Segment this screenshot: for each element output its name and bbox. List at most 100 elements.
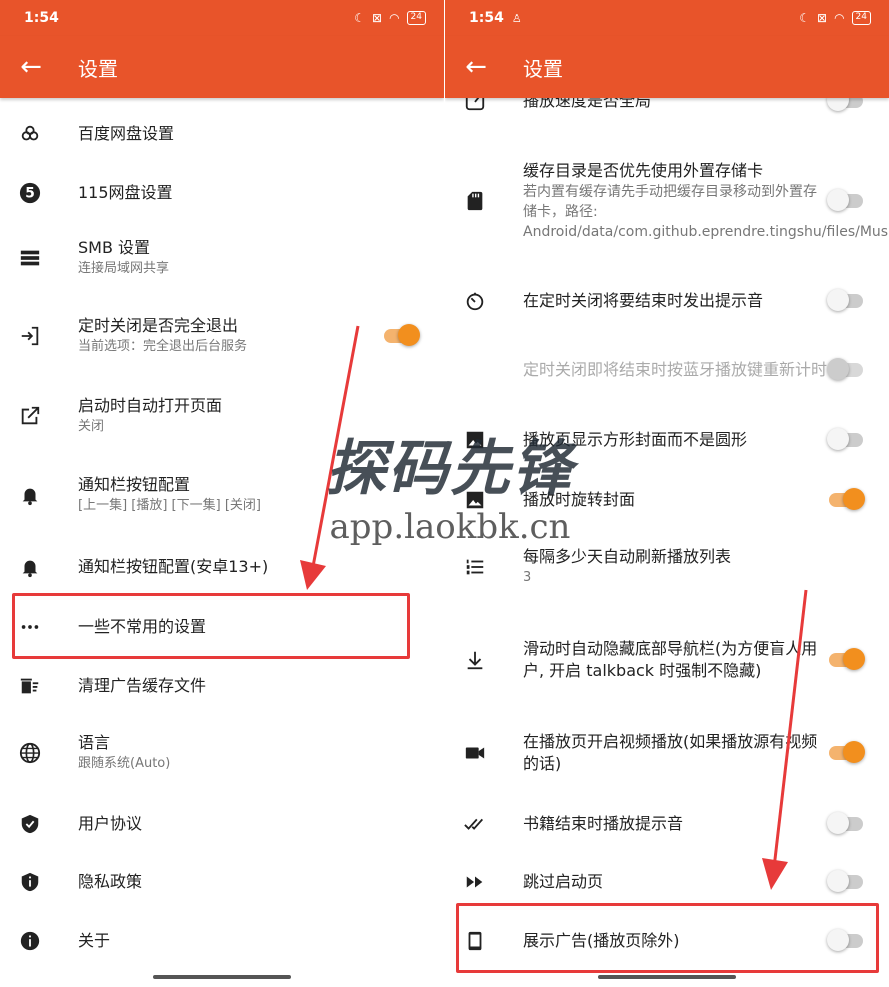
delete-sweep-icon <box>18 674 42 698</box>
cloud-icon <box>18 122 42 146</box>
setting-baidu-pan[interactable]: 百度网盘设置 <box>0 105 444 163</box>
status-icons: ☾ ⊠ ◠ 24 <box>354 11 426 25</box>
setting-square-cover[interactable]: 播放页显示方形封面而不是圆形 <box>445 411 889 469</box>
toggle-knob <box>827 870 849 892</box>
setting-label: 百度网盘设置 <box>78 124 175 143</box>
setting-sublabel: 若内置有缓存请先手动把缓存目录移动到外置存储卡，路径: Android/data… <box>523 184 889 240</box>
setting-notification-buttons-13[interactable]: 通知栏按钮配置(安卓13+) <box>0 538 444 596</box>
info-icon <box>18 929 42 953</box>
setting-label: 通知栏按钮配置(安卓13+) <box>78 557 269 576</box>
setting-label: 播放时旋转封面 <box>523 490 636 509</box>
setting-label: 启动时自动打开页面 <box>78 396 223 415</box>
setting-sublabel: 关闭 <box>78 419 105 434</box>
status-bar: 1:54 ☾ ⊠ ◠ 24 <box>0 0 444 36</box>
setting-about[interactable]: 关于 <box>0 912 444 970</box>
setting-label: 在定时关闭将要结束时发出提示音 <box>523 291 764 310</box>
battery-icon: 24 <box>406 11 426 25</box>
setting-external-storage[interactable]: 缓存目录是否优先使用外置存储卡 若内置有缓存请先手动把缓存目录移动到外置存储卡，… <box>445 148 889 254</box>
setting-sublabel: 3 <box>523 570 532 585</box>
setting-notification-buttons[interactable]: 通知栏按钮配置 [上一集] [播放] [下一集] [关闭] <box>0 460 444 530</box>
setting-label: 通知栏按钮配置 <box>78 475 191 494</box>
setting-clear-ad-cache[interactable]: 清理广告缓存文件 <box>0 657 444 715</box>
toggle-knob <box>827 358 849 380</box>
setting-user-agreement[interactable]: 用户协议 <box>0 795 444 853</box>
open-in-new-icon <box>18 404 42 428</box>
setting-smb[interactable]: SMB 设置 连接局域网共享 <box>0 223 444 293</box>
highlight-box <box>12 593 410 659</box>
toggle-switch[interactable] <box>827 289 863 311</box>
setting-privacy-policy[interactable]: 隐私政策 <box>0 853 444 911</box>
app-bar: ← 设置 <box>445 36 889 98</box>
setting-label: 书籍结束时播放提示音 <box>523 814 684 833</box>
toggle-switch[interactable] <box>829 488 865 510</box>
setting-label: 语言 <box>78 733 111 752</box>
page-title: 设置 <box>523 56 563 81</box>
setting-language[interactable]: 语言 跟随系统(Auto) <box>0 718 444 788</box>
videocam-icon <box>463 741 487 765</box>
back-arrow-icon[interactable]: ← <box>0 36 62 98</box>
double-check-icon <box>463 812 487 836</box>
setting-book-end-beep[interactable]: 书籍结束时播放提示音 <box>445 795 889 853</box>
status-time: 1:54 <box>24 10 59 26</box>
timer-icon <box>463 289 487 313</box>
setting-video-playback[interactable]: 在播放页开启视频播放(如果播放源有视频的话) <box>445 720 889 786</box>
toggle-switch[interactable] <box>384 324 420 346</box>
setting-sublabel: 当前选项：完全退出后台服务 <box>78 339 248 354</box>
setting-auto-open-page[interactable]: 启动时自动打开页面 关闭 <box>0 381 444 451</box>
setting-label: 定时关闭是否完全退出 <box>78 316 239 335</box>
toggle-knob <box>827 428 849 450</box>
status-time: 1:54 <box>469 10 504 26</box>
sd-card-icon <box>463 189 487 213</box>
setting-bluetooth-reset-timer: 定时关闭即将结束时按蓝牙播放键重新计时 <box>445 338 889 402</box>
toggle-knob <box>827 289 849 311</box>
exit-icon <box>18 324 42 348</box>
back-arrow-icon[interactable]: ← <box>445 36 507 98</box>
wifi-icon: ◠ <box>834 11 845 25</box>
storage-icon <box>18 246 42 270</box>
bell-icon <box>18 555 42 579</box>
moon-icon: ☾ <box>354 11 365 25</box>
toggle-switch[interactable] <box>827 189 863 211</box>
toggle-knob <box>827 189 849 211</box>
setting-sleep-timer-exit[interactable]: 定时关闭是否完全退出 当前选项：完全退出后台服务 <box>0 301 444 371</box>
globe-icon <box>18 741 42 765</box>
setting-sublabel: 跟随系统(Auto) <box>78 756 171 771</box>
battery-icon: 24 <box>851 11 871 25</box>
setting-label: 115网盘设置 <box>78 183 173 202</box>
setting-label: 播放页显示方形封面而不是圆形 <box>523 430 748 449</box>
five-icon: 5 <box>18 181 42 205</box>
moon-icon: ☾ <box>799 11 810 25</box>
setting-label: 定时关闭即将结束时按蓝牙播放键重新计时 <box>523 360 828 379</box>
setting-label: 隐私政策 <box>78 872 143 891</box>
status-bar: 1:54 ♙ ☾ ⊠ ◠ 24 <box>445 0 889 36</box>
setting-label: 关于 <box>78 931 111 950</box>
toggle-switch[interactable] <box>829 648 865 670</box>
highlight-box <box>456 903 879 973</box>
setting-timer-beep[interactable]: 在定时关闭将要结束时发出提示音 <box>445 272 889 330</box>
toggle-knob <box>843 488 865 510</box>
setting-label: 在播放页开启视频播放(如果播放源有视频的话) <box>523 732 818 773</box>
setting-label: 跳过启动页 <box>523 872 604 891</box>
toggle-switch[interactable] <box>827 812 863 834</box>
setting-hide-bottom-nav[interactable]: 滑动时自动隐藏底部导航栏(为方便盲人用户, 开启 talkback 时强制不隐藏… <box>445 616 889 704</box>
toggle-switch[interactable] <box>827 428 863 450</box>
sim-off-icon: ⊠ <box>372 11 383 25</box>
left-screen: 1:54 ☾ ⊠ ◠ 24 ← 设置 百度网盘设置 5 115网盘设置 SMB … <box>0 0 444 987</box>
toggle-knob <box>398 324 420 346</box>
image-icon <box>463 488 487 512</box>
setting-115-pan[interactable]: 5 115网盘设置 <box>0 164 444 222</box>
toggle-switch[interactable] <box>829 741 865 763</box>
sim-off-icon: ⊠ <box>817 11 828 25</box>
shield-info-icon <box>18 870 42 894</box>
toggle-knob <box>827 812 849 834</box>
gesture-bar <box>598 975 736 979</box>
download-icon <box>463 648 487 672</box>
setting-label: SMB 设置 <box>78 238 151 257</box>
fast-forward-icon <box>463 870 487 894</box>
setting-refresh-playlist[interactable]: 每隔多少天自动刷新播放列表 3 <box>445 532 889 602</box>
right-screen: 1:54 ♙ ☾ ⊠ ◠ 24 ← 设置 播放速度是否全局 缓存目录是否优先使用… <box>445 0 889 987</box>
toggle-switch[interactable] <box>827 870 863 892</box>
setting-label: 滑动时自动隐藏底部导航栏(为方便盲人用户, 开启 talkback 时强制不隐藏… <box>523 639 818 680</box>
setting-rotate-cover[interactable]: 播放时旋转封面 <box>445 471 889 529</box>
setting-label: 每隔多少天自动刷新播放列表 <box>523 547 732 566</box>
